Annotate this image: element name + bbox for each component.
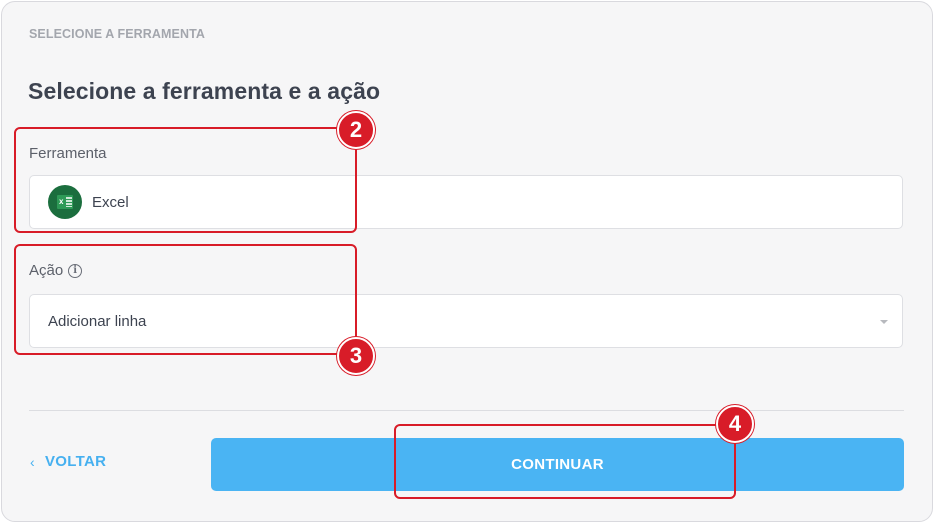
back-button[interactable]: ‹ VOLTAR	[30, 453, 106, 470]
annotation-marker-2: 2	[337, 111, 375, 149]
continue-button[interactable]: CONTINUAR	[211, 438, 904, 491]
annotation-marker-3: 3	[337, 337, 375, 375]
annotation-marker-4: 4	[716, 405, 754, 443]
excel-icon: x	[48, 185, 82, 219]
back-button-label: VOLTAR	[44, 453, 107, 470]
info-icon[interactable]: i	[68, 263, 83, 278]
page-title: Selecione a ferramenta e a ação	[28, 78, 381, 104]
tool-field[interactable]: x Excel	[29, 175, 903, 229]
action-select-value: Adicionar linha	[48, 312, 147, 330]
footer-divider	[29, 410, 904, 411]
tool-field-label: Ferramenta	[29, 145, 107, 162]
chevron-down-icon[interactable]	[880, 320, 888, 324]
action-field-label: Ação	[29, 262, 64, 279]
tool-field-value: Excel	[92, 193, 129, 211]
chevron-left-icon: ‹	[30, 453, 35, 470]
section-eyebrow: SELECIONE A FERRAMENTA	[29, 27, 206, 41]
tool-selection-card: SELECIONE A FERRAMENTA Selecione a ferra…	[1, 1, 933, 522]
action-field-label-row: Ação i	[29, 262, 83, 279]
action-select[interactable]: Adicionar linha	[29, 294, 903, 348]
